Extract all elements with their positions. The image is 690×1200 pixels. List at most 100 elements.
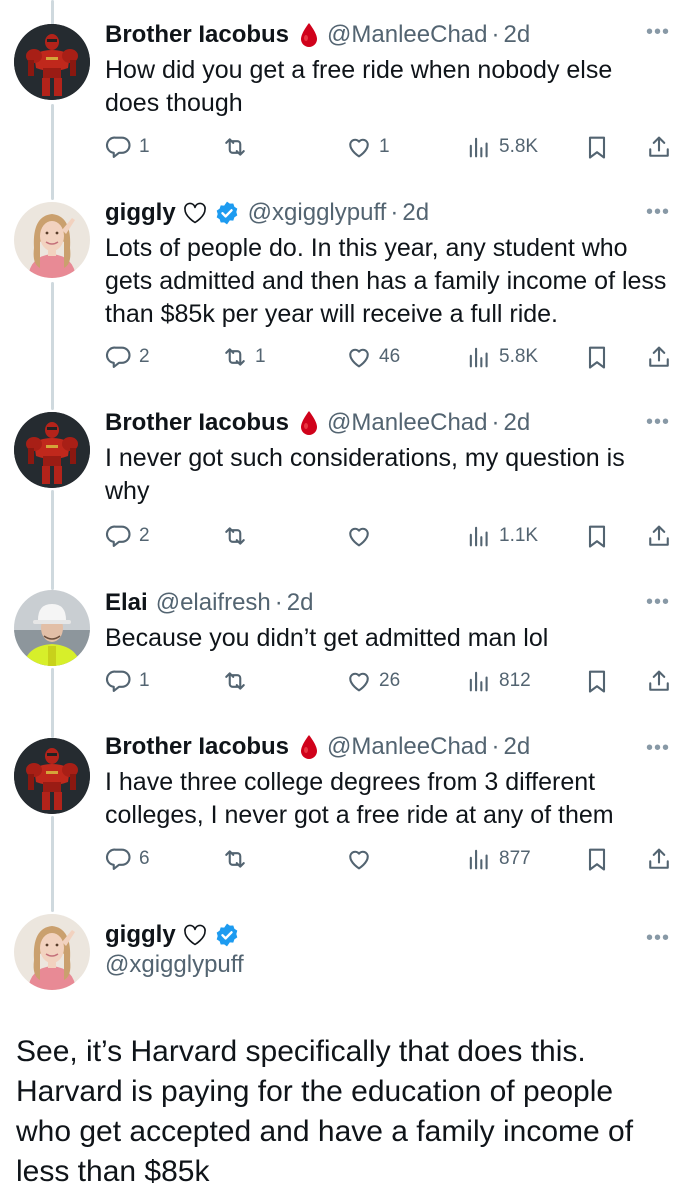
tweet-text: I never got such considerations, my ques… (105, 444, 625, 505)
views-button[interactable]: 5.8K (465, 132, 538, 162)
space-marine-avatar[interactable] (14, 738, 90, 814)
verified-badge-icon (214, 922, 240, 948)
like-button[interactable] (345, 844, 379, 874)
tweet-text: See, it’s Harvard specifically that does… (16, 1035, 634, 1188)
views-button[interactable]: 1.1K (465, 521, 538, 551)
reply-button[interactable]: 2 (105, 521, 150, 551)
author-name[interactable]: Brother Iacobus (105, 732, 289, 762)
view-count: 812 (499, 670, 531, 691)
heart-icon (345, 667, 373, 695)
thread-line (51, 816, 54, 912)
timestamp[interactable]: 2d (287, 588, 314, 618)
tweet-text: Lots of people do. In this year, any stu… (105, 234, 667, 328)
author-handle[interactable]: @xgigglypuff (105, 950, 670, 980)
view-count: 877 (499, 848, 531, 869)
views-button[interactable]: 5.8K (465, 342, 538, 372)
author-handle[interactable]: @ManleeChad (327, 732, 487, 762)
blood-drop-icon (299, 410, 319, 436)
like-count: 46 (379, 346, 401, 367)
views-chart-icon (465, 133, 493, 161)
share-icon (645, 845, 673, 873)
share-button[interactable] (645, 342, 673, 372)
author-name[interactable]: giggly (105, 920, 176, 950)
verified-badge-icon (214, 200, 240, 226)
blood-drop-icon (299, 22, 319, 48)
woman-avatar[interactable] (14, 914, 90, 990)
tweet-text: How did you get a free ride when nobody … (105, 56, 613, 117)
reply-button[interactable]: 1 (105, 666, 150, 696)
author-handle[interactable]: @xgigglypuff (248, 198, 387, 228)
timestamp[interactable]: 2d (503, 732, 530, 762)
author-name[interactable]: Brother Iacobus (105, 408, 289, 438)
share-icon (645, 343, 673, 371)
bookmark-button[interactable] (583, 342, 611, 372)
bookmark-button[interactable] (583, 521, 611, 551)
share-button[interactable] (645, 666, 673, 696)
separator-dot: · (491, 409, 500, 436)
view-count: 5.8K (499, 346, 539, 367)
separator-dot: · (491, 733, 500, 760)
repost-icon (221, 667, 249, 695)
heart-icon (345, 522, 373, 550)
author-handle[interactable]: @elaifresh (156, 588, 271, 618)
share-icon (645, 667, 673, 695)
like-button[interactable] (345, 521, 379, 551)
repost-button[interactable] (221, 521, 255, 551)
like-button[interactable]: 26 (345, 666, 400, 696)
timestamp[interactable]: 2d (402, 198, 429, 228)
tweet-text: I have three college degrees from 3 diff… (105, 768, 614, 829)
share-icon (645, 133, 673, 161)
share-button[interactable] (645, 521, 673, 551)
reply-button[interactable]: 2 (105, 342, 150, 372)
reply-icon (105, 845, 133, 873)
view-count: 1.1K (499, 525, 539, 546)
reply-count: 2 (139, 525, 150, 546)
share-button[interactable] (645, 844, 673, 874)
views-button[interactable]: 877 (465, 844, 531, 874)
author-handle[interactable]: @ManleeChad (327, 408, 487, 438)
heart-icon (345, 845, 373, 873)
reply-button[interactable]: 1 (105, 132, 150, 162)
reply-button[interactable]: 6 (105, 844, 150, 874)
space-marine-avatar[interactable] (14, 24, 90, 100)
views-chart-icon (465, 667, 493, 695)
repost-button[interactable]: 1 (221, 342, 266, 372)
reply-icon (105, 343, 133, 371)
author-name[interactable]: Brother Iacobus (105, 20, 289, 50)
views-chart-icon (465, 845, 493, 873)
like-count: 1 (379, 136, 390, 157)
share-icon (645, 522, 673, 550)
reply-icon (105, 133, 133, 161)
author-name[interactable]: giggly (105, 198, 176, 228)
views-button[interactable]: 812 (465, 666, 531, 696)
like-button[interactable]: 46 (345, 342, 400, 372)
heart-icon (345, 133, 373, 161)
bookmark-icon (583, 667, 611, 695)
separator-dot: · (491, 21, 500, 48)
thread-line (51, 282, 54, 410)
bookmark-button[interactable] (583, 666, 611, 696)
repost-count: 1 (255, 346, 266, 367)
woman-avatar[interactable] (14, 202, 90, 278)
author-handle[interactable]: @ManleeChad (327, 20, 487, 50)
repost-icon (221, 343, 249, 371)
timestamp[interactable]: 2d (503, 408, 530, 438)
timestamp[interactable]: 2d (503, 20, 530, 50)
bookmark-icon (583, 522, 611, 550)
repost-button[interactable] (221, 132, 255, 162)
bookmark-icon (583, 845, 611, 873)
space-marine-avatar[interactable] (14, 412, 90, 488)
hardhat-avatar[interactable] (14, 590, 90, 666)
share-button[interactable] (645, 132, 673, 162)
reply-count: 6 (139, 848, 150, 869)
like-button[interactable]: 1 (345, 132, 390, 162)
repost-button[interactable] (221, 666, 255, 696)
tweet-text: Because you didn’t get admitted man lol (105, 624, 549, 652)
reply-count: 2 (139, 346, 150, 367)
bookmark-button[interactable] (583, 132, 611, 162)
repost-button[interactable] (221, 844, 255, 874)
bookmark-button[interactable] (583, 844, 611, 874)
author-name[interactable]: Elai (105, 588, 148, 618)
blood-drop-icon (299, 734, 319, 760)
thread-line (51, 490, 54, 590)
